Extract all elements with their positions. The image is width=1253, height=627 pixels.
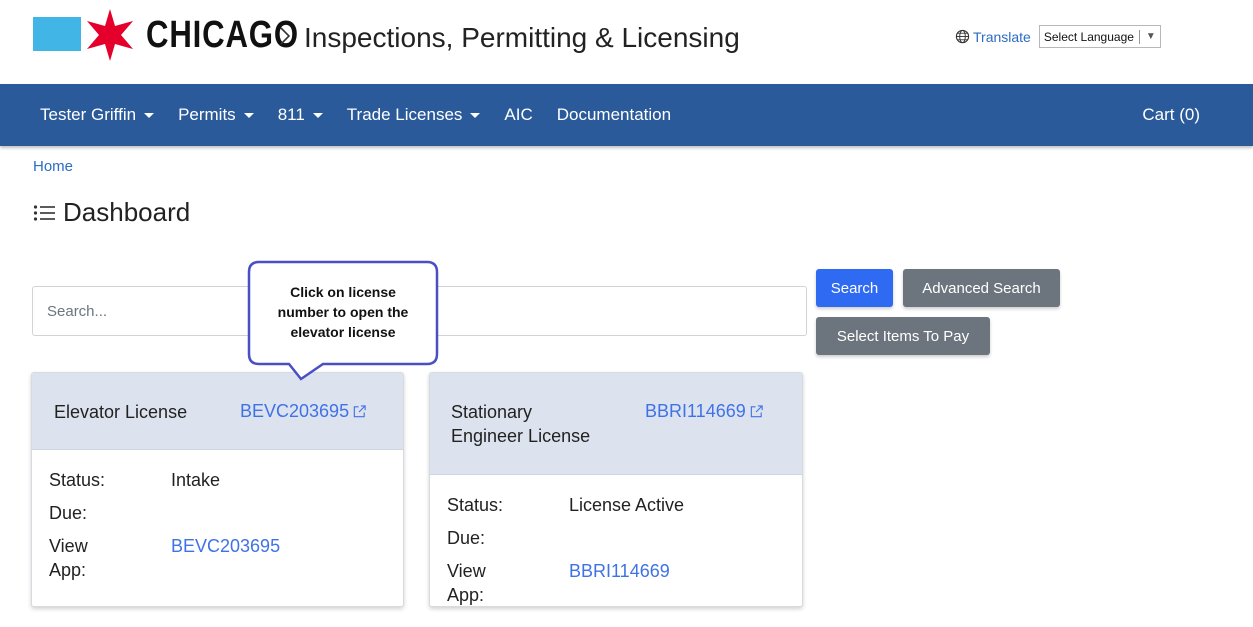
nav-item-user[interactable]: Tester Griffin <box>40 105 155 125</box>
chicago-star-icon <box>87 9 133 61</box>
nav-item-811[interactable]: 811 <box>278 105 323 125</box>
status-value: License Active <box>569 495 685 515</box>
view-app-link[interactable]: BBRI114669 <box>569 559 670 583</box>
language-select-label: Select Language <box>1043 29 1134 44</box>
external-link-icon <box>750 404 763 417</box>
cart-link[interactable]: Cart (0) <box>1142 84 1200 146</box>
card-title: Stationary Engineer License <box>451 402 591 446</box>
callout-line: Click on license <box>290 284 396 300</box>
chicago-logo-text[interactable]: CHICAGO <box>146 13 299 57</box>
status-label: Status: <box>49 470 106 490</box>
caret-down-icon <box>312 112 323 118</box>
list-icon <box>33 204 55 221</box>
view-app-link[interactable]: BEVC203695 <box>171 534 280 558</box>
page-title-text: Dashboard <box>63 197 191 227</box>
search-button[interactable]: Search <box>816 269 893 307</box>
license-number-link[interactable]: BBRI114669 <box>645 399 764 423</box>
license-number: BBRI114669 <box>645 401 746 421</box>
card-header: Elevator License BEVC203695 <box>32 373 403 450</box>
license-card-stationary-engineer: Stationary Engineer License BBRI114669 S… <box>429 372 803 607</box>
nav-item-label: Tester Griffin <box>40 105 137 124</box>
callout-text: Click on license number to open the elev… <box>253 282 433 342</box>
card-header: Stationary Engineer License BBRI114669 <box>430 373 802 475</box>
translate-widget: Translate Select Language ▼ <box>955 25 1161 48</box>
page-title: Dashboard <box>33 197 190 228</box>
callout-line: number to open the <box>277 304 409 320</box>
nav-item-documentation[interactable]: Documentation <box>557 105 671 125</box>
nav-item-label: Trade Licenses <box>346 105 463 124</box>
instruction-callout: Click on license number to open the elev… <box>245 258 441 384</box>
language-select[interactable]: Select Language ▼ <box>1038 25 1161 48</box>
select-divider <box>1138 29 1140 44</box>
nav-item-label: Permits <box>178 105 236 124</box>
view-app-label: View App: <box>447 561 486 605</box>
nav-item-permits[interactable]: Permits <box>178 105 254 125</box>
status-value: Intake <box>171 470 221 490</box>
license-number: BEVC203695 <box>240 401 350 421</box>
nav-item-label: AIC <box>504 105 533 124</box>
chicago-flag-stripe <box>33 17 81 51</box>
chevron-right-icon <box>280 27 291 45</box>
advanced-search-button[interactable]: Advanced Search <box>903 269 1060 307</box>
status-label: Status: <box>447 495 504 515</box>
globe-icon <box>955 29 970 44</box>
card-title: Elevator License <box>54 402 188 422</box>
callout-line: elevator license <box>290 324 396 340</box>
license-card-elevator: Elevator License BEVC203695 Status: Inta… <box>31 372 404 607</box>
translate-link[interactable]: Translate <box>973 29 1031 45</box>
dropdown-arrow-icon: ▼ <box>1145 31 1156 42</box>
caret-down-icon <box>470 112 481 118</box>
due-label: Due: <box>447 528 486 548</box>
due-label: Due: <box>49 503 88 523</box>
caret-down-icon <box>144 112 155 118</box>
license-number-link[interactable]: BEVC203695 <box>240 399 367 423</box>
caret-down-icon <box>243 112 254 118</box>
site-header: CHICAGO Inspections, Permitting & Licens… <box>0 0 1253 84</box>
nav-item-label: 811 <box>277 105 305 124</box>
nav-item-label: Documentation <box>556 105 672 124</box>
breadcrumb-home[interactable]: Home <box>33 158 73 175</box>
main-navbar: Tester Griffin Permits 811 Trade License… <box>0 84 1253 146</box>
nav-item-trade-licenses[interactable]: Trade Licenses <box>347 105 481 125</box>
site-title[interactable]: Inspections, Permitting & Licensing <box>304 20 740 56</box>
view-app-label: View App: <box>49 536 88 580</box>
nav-item-aic[interactable]: AIC <box>504 105 532 125</box>
select-items-to-pay-button[interactable]: Select Items To Pay <box>816 317 990 355</box>
external-link-icon <box>353 404 366 417</box>
